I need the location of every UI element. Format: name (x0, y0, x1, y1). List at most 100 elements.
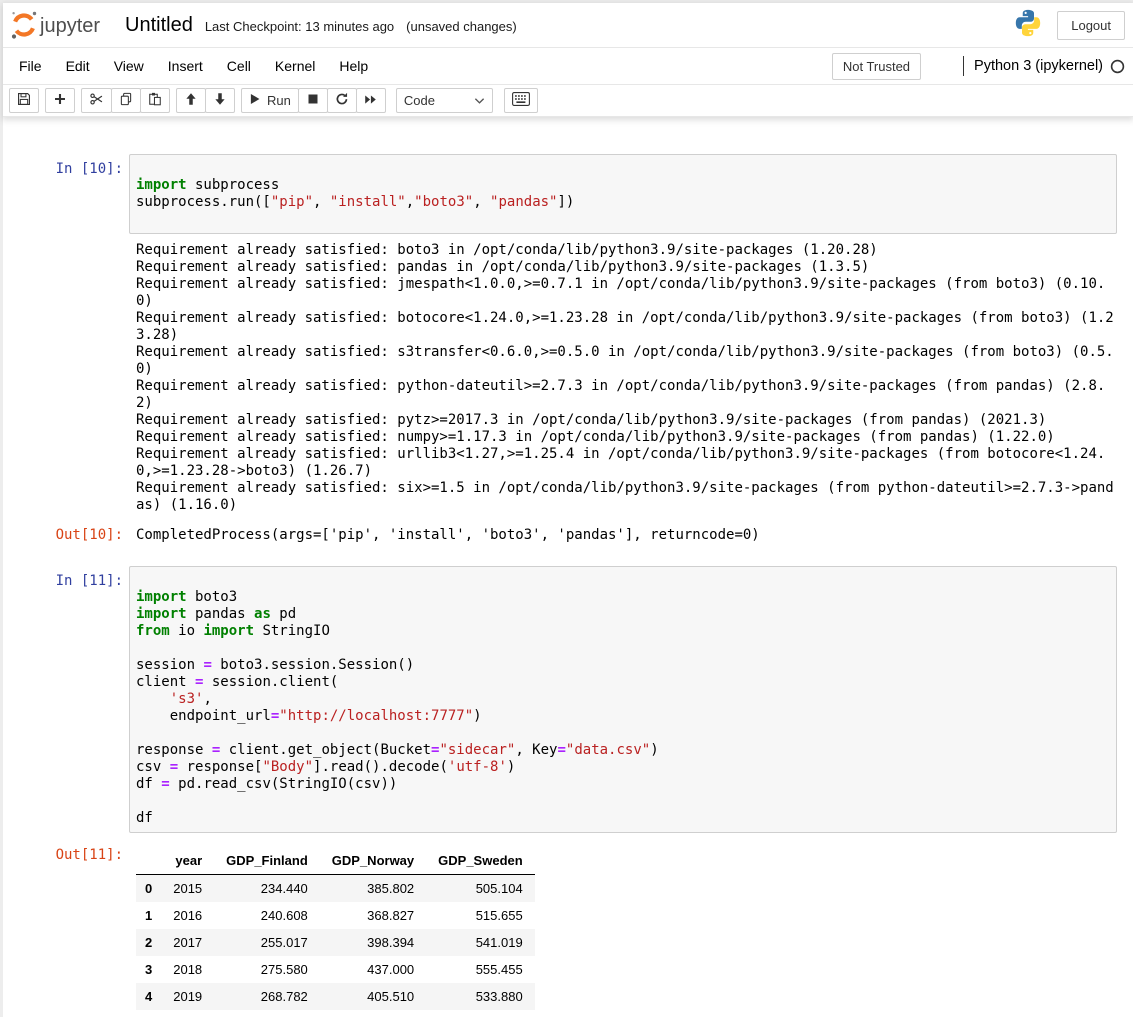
table-row-index: 3 (136, 956, 161, 983)
table-cell: 234.440 (214, 875, 320, 903)
table-cell: 533.880 (426, 983, 535, 1010)
menubar: FileEditViewInsertCellKernelHelp Not Tru… (3, 47, 1133, 84)
notebook-title[interactable]: Untitled (125, 14, 193, 37)
jupyter-logo-svg: jupyter (9, 7, 105, 43)
run-label: Run (267, 93, 291, 108)
table-cell: 2015 (161, 875, 214, 903)
notebook-header-chrome: jupyter Untitled Last Checkpoint: 13 min… (3, 3, 1133, 117)
menu-kernel[interactable]: Kernel (263, 49, 327, 83)
jupyter-wordmark: jupyter (39, 15, 100, 37)
table-cell: 505.104 (426, 875, 535, 903)
input-prompt: In [10]: (17, 154, 129, 178)
menu-cell[interactable]: Cell (215, 49, 263, 83)
table-cell: 555.455 (426, 956, 535, 983)
copy-cell-button[interactable] (111, 88, 141, 113)
code-text: import boto3 import pandas as pd from io… (136, 572, 1112, 827)
menu-file[interactable]: File (7, 49, 54, 83)
run-button[interactable]: Run (241, 88, 299, 113)
table-row-index: 1 (136, 902, 161, 929)
chevron-down-icon (474, 93, 485, 108)
logout-button[interactable]: Logout (1057, 11, 1125, 40)
table-cell: 385.802 (320, 875, 426, 903)
table-column-header: GDP_Sweden (426, 847, 535, 875)
kernel-status-icon (1110, 59, 1125, 74)
save-icon (17, 92, 31, 109)
table-row-index: 4 (136, 983, 161, 1010)
code-text: import subprocess subprocess.run(["pip",… (136, 160, 1112, 228)
add-cell-button[interactable] (45, 88, 75, 113)
table-cell: 268.782 (214, 983, 320, 1010)
table-cell: 437.000 (320, 956, 426, 983)
logo-dot-icon (12, 34, 16, 38)
jupyter-logo[interactable]: jupyter (9, 7, 105, 43)
table-row: 02015234.440385.802505.104 (136, 875, 535, 903)
autosave-status: (unsaved changes) (406, 19, 517, 34)
cell-output-row: Out[11]: yearGDP_FinlandGDP_NorwayGDP_Swe… (17, 847, 1117, 1010)
menu-insert[interactable]: Insert (156, 49, 215, 83)
menu-help[interactable]: Help (327, 49, 380, 83)
table-row: 42019268.782405.510533.880 (136, 983, 535, 1010)
output-prompt: Out[11]: (17, 847, 129, 864)
paste-cell-button[interactable] (140, 88, 170, 113)
table-row: 22017255.017398.394541.019 (136, 929, 535, 956)
copy-icon (119, 92, 133, 109)
table-cell: 275.580 (214, 956, 320, 983)
arrow-up-icon (184, 92, 198, 109)
paste-icon (148, 92, 162, 109)
table-cell: 2016 (161, 902, 214, 929)
move-cell-down-button[interactable] (205, 88, 235, 113)
table-column-header: GDP_Finland (214, 847, 320, 875)
restart-run-all-button[interactable] (356, 88, 386, 113)
cell-output-stdout: Requirement already satisfied: boto3 in … (136, 242, 1117, 514)
save-button[interactable] (9, 88, 39, 113)
cell-type-select[interactable]: Code (396, 88, 493, 113)
move-cell-up-button[interactable] (176, 88, 206, 113)
code-cell-0: In [10]: import subprocess subprocess.ru… (17, 154, 1117, 544)
input-prompt: In [11]: (17, 566, 129, 590)
table-cell: 255.017 (214, 929, 320, 956)
restart-icon (335, 92, 349, 109)
table-cell: 2018 (161, 956, 214, 983)
fast-forward-icon (364, 93, 377, 109)
toolbar: Run Code (3, 84, 1133, 117)
table-cell: 2017 (161, 929, 214, 956)
arrow-down-icon (213, 92, 227, 109)
menu-edit[interactable]: Edit (54, 49, 102, 83)
code-editor[interactable]: import boto3 import pandas as pd from io… (129, 566, 1117, 833)
logo-dot-icon (12, 12, 14, 14)
table-row: 12016240.608368.827515.655 (136, 902, 535, 929)
checkpoint-status: Last Checkpoint: 13 minutes ago (205, 19, 394, 34)
interrupt-kernel-button[interactable] (298, 88, 328, 113)
notebook: In [10]: import subprocess subprocess.ru… (3, 117, 1133, 1010)
menu-view[interactable]: View (102, 49, 156, 83)
cut-cell-button[interactable] (81, 88, 112, 113)
table-cell: 368.827 (320, 902, 426, 929)
command-palette-button[interactable] (504, 88, 538, 113)
cell-type-value: Code (404, 93, 435, 108)
scissors-icon (89, 92, 104, 109)
keyboard-icon (512, 92, 530, 109)
plus-icon (53, 92, 67, 109)
table-column-header: GDP_Norway (320, 847, 426, 875)
table-row-index: 0 (136, 875, 161, 903)
not-trusted-badge[interactable]: Not Trusted (832, 53, 921, 80)
play-icon (249, 93, 261, 108)
title-area: Untitled Last Checkpoint: 13 minutes ago… (125, 14, 517, 37)
table-cell: 240.608 (214, 902, 320, 929)
menu-items: FileEditViewInsertCellKernelHelp (7, 49, 380, 83)
table-column-header: year (161, 847, 214, 875)
cell-input-row: In [11]: import boto3 import pandas as p… (17, 566, 1117, 833)
dataframe-table: yearGDP_FinlandGDP_NorwayGDP_Sweden02015… (136, 847, 535, 1010)
table-row: 32018275.580437.000555.455 (136, 956, 535, 983)
code-cell-1: In [11]: import boto3 import pandas as p… (17, 566, 1117, 1010)
header-bar: jupyter Untitled Last Checkpoint: 13 min… (3, 3, 1133, 47)
stop-icon (307, 93, 319, 108)
cell-output-row: Out[10]:CompletedProcess(args=['pip', 'i… (17, 527, 1117, 544)
code-editor[interactable]: import subprocess subprocess.run(["pip",… (129, 154, 1117, 234)
table-index-header (136, 847, 161, 875)
restart-kernel-button[interactable] (327, 88, 357, 113)
output-prompt: Out[10]: (17, 527, 129, 544)
kernel-name: Python 3 (ipykernel) (974, 58, 1103, 74)
python-logo-icon (1013, 8, 1043, 43)
table-cell: 541.019 (426, 929, 535, 956)
